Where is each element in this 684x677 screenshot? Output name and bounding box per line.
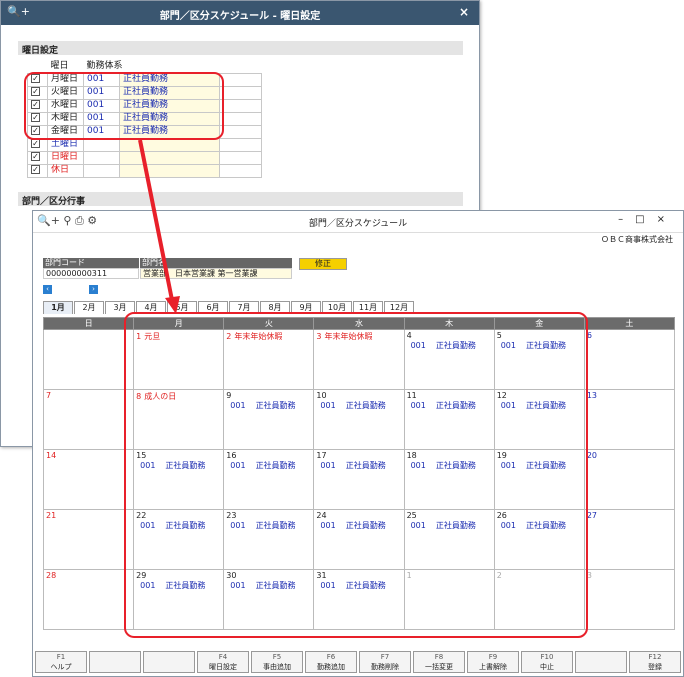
pointer-arrow xyxy=(138,139,180,314)
